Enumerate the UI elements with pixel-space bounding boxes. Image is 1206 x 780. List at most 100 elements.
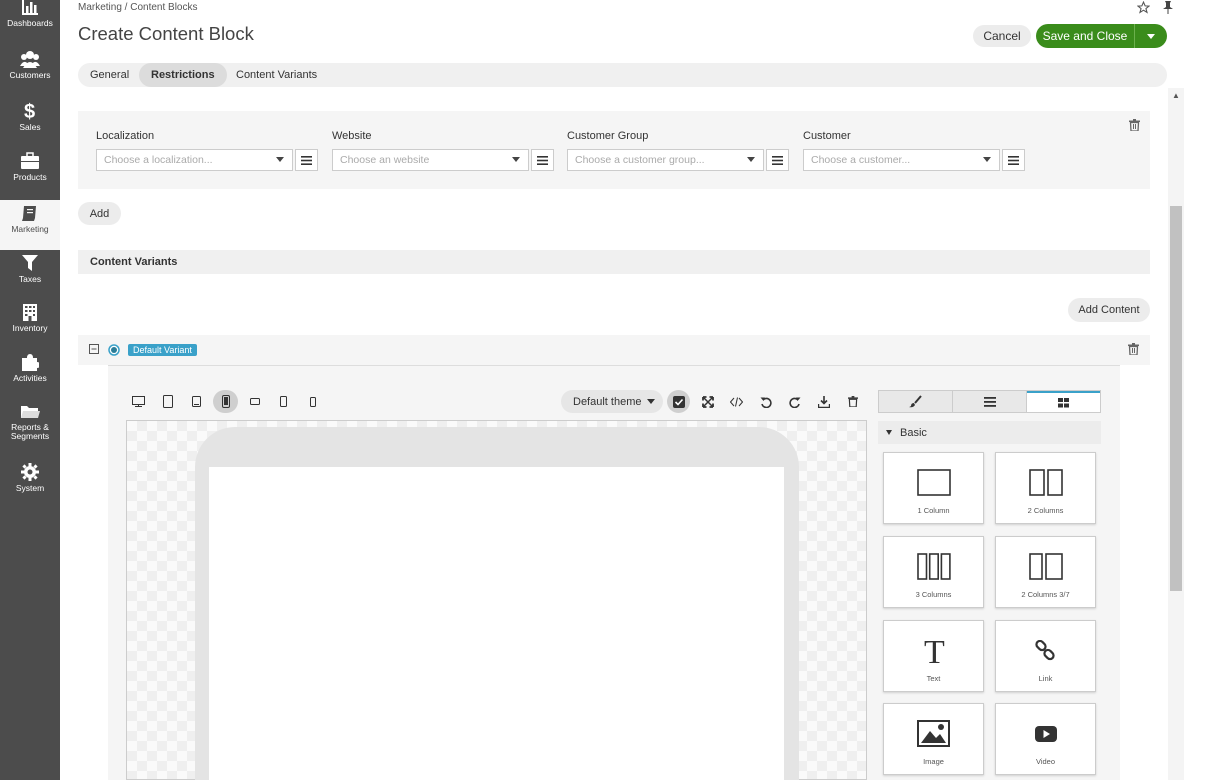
text-icon: T [924,636,945,666]
collapse-icon[interactable] [89,344,99,354]
tab-bar: General Restrictions Content Variants [78,63,1167,87]
block-2-columns-3-7[interactable]: 2 Columns 3/7 [995,536,1096,608]
device-tablet[interactable] [184,390,209,413]
nav-marketing[interactable]: Marketing [0,200,60,250]
redo-icon [788,397,800,408]
block-label: 2 Columns [1027,506,1064,515]
trash-icon[interactable] [1128,343,1139,355]
list-icon [983,396,996,407]
customer-list-button[interactable] [1002,149,1025,171]
block-3-columns[interactable]: 3 Columns [883,536,984,608]
block-video[interactable]: Video [995,703,1096,775]
tab-restrictions[interactable]: Restrictions [139,63,227,87]
website-select[interactable]: Choose an website [332,149,529,171]
device-mobile[interactable] [271,390,296,413]
device-mobile-landscape[interactable] [242,390,267,413]
device-screen[interactable] [209,467,784,780]
undo-icon [760,397,772,408]
nav-dashboards[interactable]: Dashboards [0,0,60,50]
select-placeholder: Choose a customer group... [575,154,705,166]
variant-header [78,335,1150,365]
website-list-button[interactable] [531,149,554,171]
localization-select[interactable]: Choose a localization... [96,149,293,171]
nav-label: Activities [13,373,47,383]
cancel-button[interactable]: Cancel [973,25,1031,47]
paint-brush-icon [909,395,922,408]
dollar-icon: $ [24,101,35,120]
save-and-close-button[interactable]: Save and Close [1036,24,1167,48]
breadcrumb[interactable]: Marketing / Content Blocks [78,2,198,13]
block-1-column[interactable]: 1 Column [883,452,984,524]
fullscreen-icon [701,395,714,408]
block-label: 1 Column [917,506,950,515]
device-tablet-landscape[interactable] [155,390,180,413]
nav-label: Inventory [12,323,48,333]
import-button[interactable] [812,390,835,413]
device-mobile-large[interactable] [213,390,238,413]
customer-field: Customer Choose a customer... [803,130,1025,171]
nav-system[interactable]: System [0,461,60,511]
scrollbar-thumb[interactable] [1170,206,1182,591]
grid-icon [1058,397,1069,407]
phone-icon [221,395,230,408]
blocks-tab[interactable] [1027,391,1100,412]
device-desktop[interactable] [126,390,151,413]
block-image[interactable]: Image [883,703,984,775]
customer-group-field: Customer Group Choose a customer group..… [567,130,789,171]
add-content-button[interactable]: Add Content [1068,298,1150,322]
undo-button[interactable] [754,390,777,413]
block-link[interactable]: Link [995,620,1096,692]
nav-products[interactable]: Products [0,150,60,200]
tab-general[interactable]: General [78,63,141,87]
nav-label: Taxes [18,274,42,284]
book-icon [22,206,36,221]
nav-customers[interactable]: Customers [0,50,60,100]
redo-button[interactable] [783,390,806,413]
link-icon [1034,639,1055,660]
scroll-up-arrow[interactable]: ▲ [1170,91,1182,103]
theme-select[interactable]: Default theme [561,390,663,413]
nav-taxes[interactable]: Taxes [0,250,60,300]
code-view-button[interactable] [725,390,748,413]
nav-reports-segments[interactable]: Reports & Segments [0,400,60,450]
nav-activities[interactable]: Activities [0,350,60,400]
category-basic[interactable]: Basic [878,421,1101,444]
sidebar: Dashboards Customers $ Sales Products Ma… [0,0,60,780]
default-variant-badge: Default Variant [128,344,197,356]
fullscreen-button[interactable] [696,390,719,413]
customer-group-select[interactable]: Choose a customer group... [567,149,764,171]
block-label: Link [1038,674,1053,683]
desktop-icon [132,396,145,407]
block-text[interactable]: T Text [883,620,984,692]
customer-group-list-button[interactable] [766,149,789,171]
layer-manager-tab[interactable] [953,391,1027,412]
nav-sales[interactable]: $ Sales [0,100,60,150]
nav-label: Products [13,172,47,182]
show-borders-button[interactable] [667,390,690,413]
trash-icon[interactable] [1129,119,1140,131]
clear-canvas-button[interactable] [841,390,864,413]
default-radio[interactable] [108,344,120,356]
page-title: Create Content Block [78,23,254,44]
users-icon [20,51,40,68]
pin-icon[interactable] [1162,1,1174,14]
select-placeholder: Choose an website [340,154,430,166]
star-icon[interactable] [1137,1,1150,14]
customer-select[interactable]: Choose a customer... [803,149,1000,171]
phone-icon [280,396,287,407]
trash-icon [847,396,858,407]
nav-label: System [15,483,45,493]
list-icon [301,155,312,165]
save-button-label: Save and Close [1042,29,1128,43]
style-manager-tab[interactable] [879,391,953,412]
nav-label: Marketing [11,224,49,234]
save-dropdown-toggle[interactable] [1135,33,1167,39]
tab-content-variants[interactable]: Content Variants [224,63,329,87]
add-restriction-button[interactable]: Add [78,202,121,225]
nav-inventory[interactable]: Inventory [0,300,60,350]
puzzle-icon [22,354,39,371]
building-icon [23,304,37,321]
localization-list-button[interactable] [295,149,318,171]
device-mobile-small[interactable] [300,390,325,413]
block-2-columns[interactable]: 2 Columns [995,452,1096,524]
